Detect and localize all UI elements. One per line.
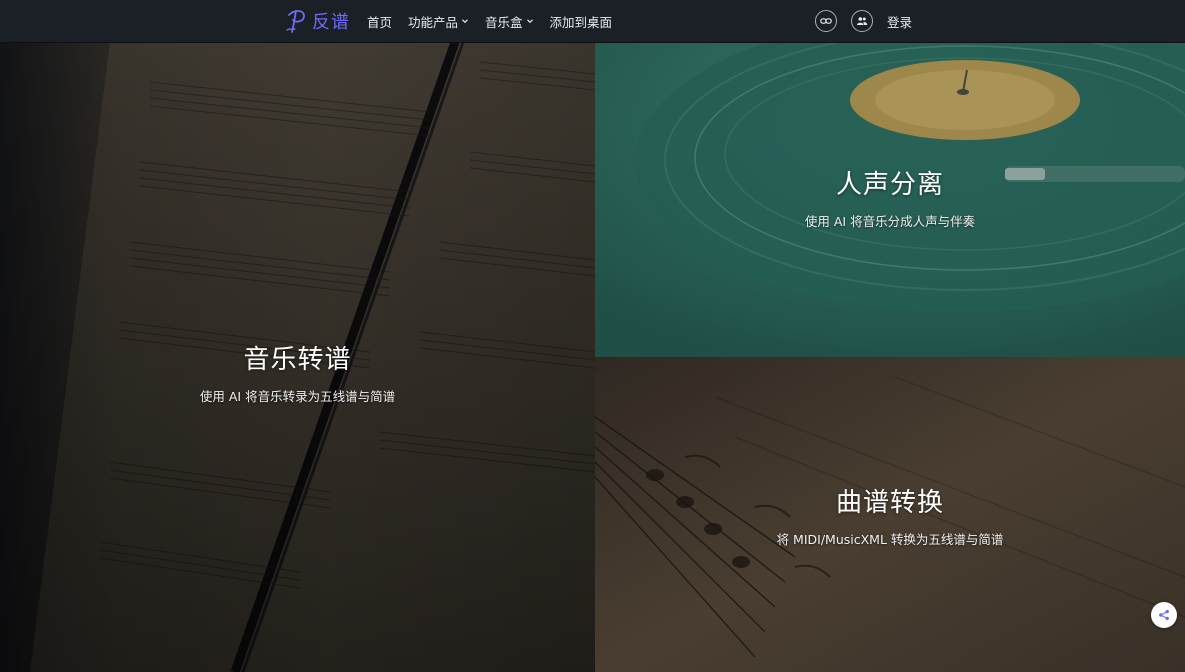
chevron-down-icon	[526, 19, 533, 24]
login-link[interactable]: 登录	[887, 12, 912, 31]
nav-right-actions: 登录	[815, 0, 912, 42]
share-icon	[1159, 609, 1169, 621]
feature-description: 使用 AI 将音乐转录为五线谱与简谱	[199, 389, 396, 404]
chevron-down-icon	[462, 19, 468, 24]
feature-description: 使用 AI 将音乐分成人声与伴奏	[804, 213, 976, 229]
nav-item-musicbox[interactable]: 音乐盒	[485, 12, 534, 31]
page: 反谱 首页 功能产品 音乐盒 添加到桌面 登录 音乐转谱 使用 AI 将音乐转录…	[0, 0, 1185, 672]
feature-title: 音乐转谱	[243, 345, 352, 375]
main-nav: 首页 功能产品 音乐盒 添加到桌面	[367, 0, 628, 42]
nav-item-label: 添加到桌面	[549, 14, 613, 30]
logo-mark-icon	[286, 10, 305, 33]
users-icon	[857, 17, 868, 25]
site-logo[interactable]: 反谱	[284, 8, 350, 34]
nav-item-label: 音乐盒	[485, 14, 523, 30]
nav-item-add-to-desktop[interactable]: 添加到桌面	[550, 12, 613, 31]
feature-card-score-conversion[interactable]: 曲谱转换 将 MIDI/MusicXML 转换为五线谱与简谱	[595, 357, 1185, 672]
logo-text: 反谱	[312, 12, 350, 33]
share-button[interactable]	[1151, 602, 1177, 628]
feature-description: 将 MIDI/MusicXML 转换为五线谱与简谱	[776, 531, 1004, 547]
feature-card-vocal-separation[interactable]: 人声分离 使用 AI 将音乐分成人声与伴奏	[595, 42, 1185, 357]
nav-item-label: 首页	[367, 14, 393, 30]
nav-item-products[interactable]: 功能产品	[408, 12, 469, 31]
nav-item-label: 功能产品	[408, 14, 459, 30]
feature-title: 曲谱转换	[835, 487, 944, 518]
link-button[interactable]	[815, 10, 837, 32]
link-icon	[820, 18, 832, 24]
nav-item-home[interactable]: 首页	[367, 12, 392, 31]
feature-title: 人声分离	[835, 169, 944, 200]
feature-card-transcribe[interactable]: 音乐转谱 使用 AI 将音乐转录为五线谱与简谱	[0, 42, 595, 672]
top-navbar: 反谱 首页 功能产品 音乐盒 添加到桌面 登录	[0, 0, 1185, 43]
users-button[interactable]	[851, 10, 873, 32]
